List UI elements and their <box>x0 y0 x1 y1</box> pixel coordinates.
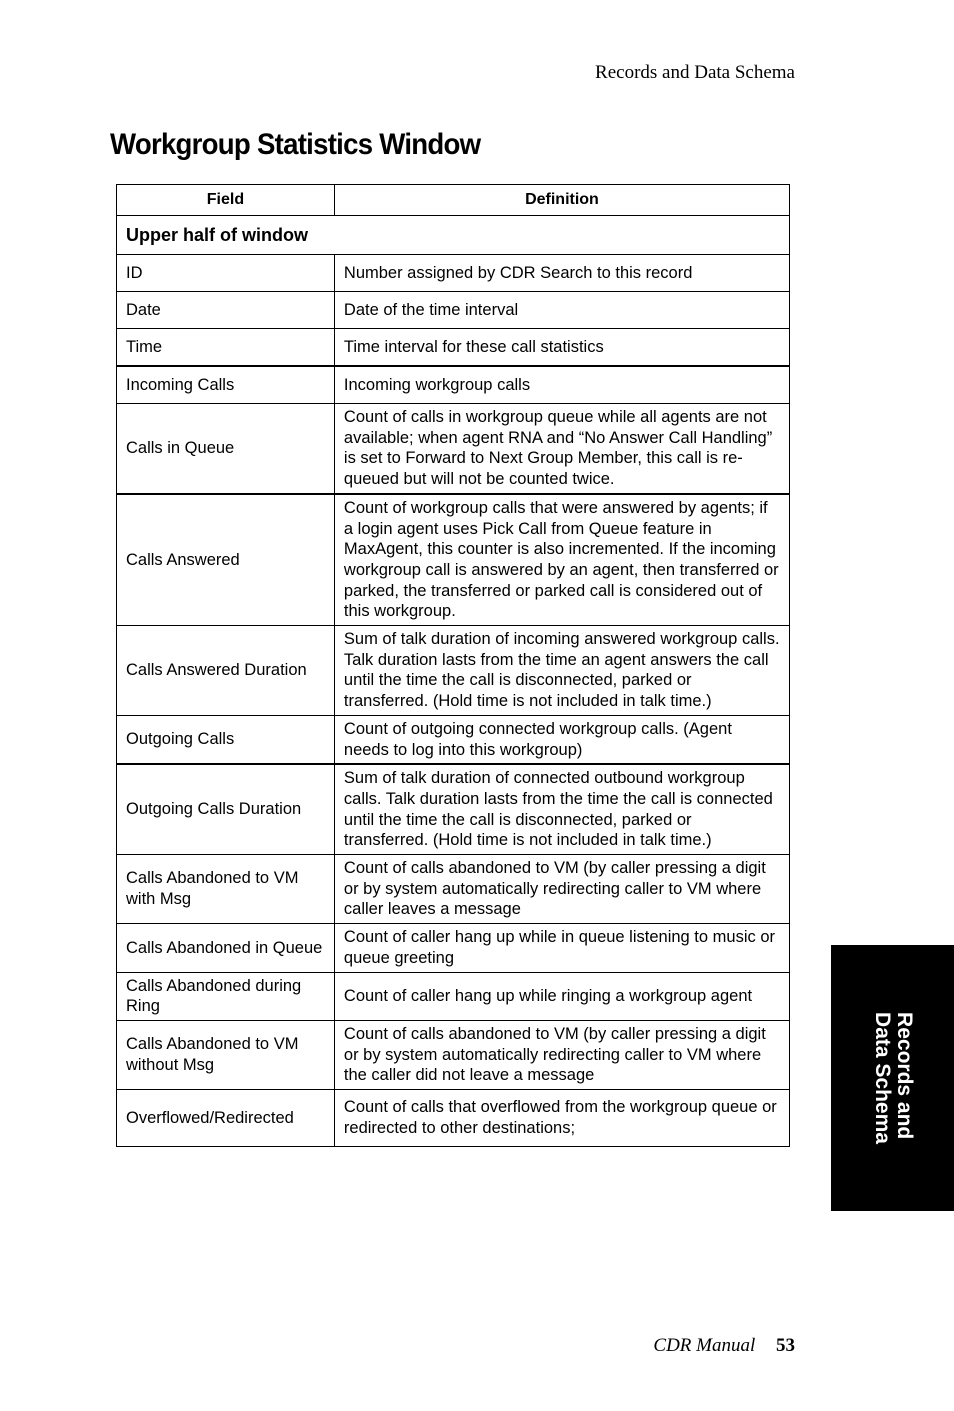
definition-cell: Count of caller hang up while in queue l… <box>333 923 791 973</box>
running-header: Records and Data Schema <box>595 62 795 83</box>
field-cell: Outgoing Calls Duration <box>116 763 335 856</box>
column-header-definition: Definition <box>333 184 791 216</box>
manual-name: CDR Manual <box>653 1335 756 1356</box>
table-row: Calls Answered Duration Sum of talk dura… <box>116 625 791 716</box>
chapter-tab: Records and Data Schema <box>831 945 954 1211</box>
table-row: Overflowed/Redirected Count of calls tha… <box>116 1089 791 1148</box>
chapter-tab-label: Records and Data Schema <box>870 1012 916 1144</box>
table-row: Calls Abandoned in Queue Count of caller… <box>116 923 791 973</box>
table-row: ID Number assigned by CDR Search to this… <box>116 254 791 292</box>
page-number: 53 <box>776 1335 795 1356</box>
section-label: Upper half of window <box>116 215 790 255</box>
table-row: Time Time interval for these call statis… <box>116 328 791 367</box>
field-cell: Date <box>116 291 335 329</box>
definition-cell: Time interval for these call statistics <box>333 328 791 367</box>
field-cell: Outgoing Calls <box>116 714 335 766</box>
table-row: Incoming Calls Incoming workgroup calls <box>116 365 791 404</box>
definition-cell: Count of calls abandoned to VM (by calle… <box>333 854 791 925</box>
definition-cell: Number assigned by CDR Search to this re… <box>333 254 791 292</box>
definition-cell: Count of calls that overflowed from the … <box>333 1089 791 1148</box>
table-header-row: Field Definition <box>116 184 791 216</box>
field-cell: Calls Answered Duration <box>116 625 335 716</box>
definition-cell: Count of calls in workgroup queue while … <box>333 402 791 495</box>
field-cell: Overflowed/Redirected <box>116 1089 335 1148</box>
chapter-tab-line-2: Data Schema <box>870 1012 894 1144</box>
page-title: Workgroup Statistics Window <box>110 128 481 161</box>
field-cell: ID <box>116 254 335 292</box>
table-row: Calls in Queue Count of calls in workgro… <box>116 402 791 495</box>
field-cell: Calls Abandoned to VM without Msg <box>116 1019 335 1091</box>
definition-cell: Count of calls abandoned to VM (by calle… <box>333 1019 791 1091</box>
field-cell: Time <box>116 328 335 367</box>
column-header-field: Field <box>116 184 335 216</box>
field-cell: Calls Abandoned in Queue <box>116 923 335 973</box>
field-cell: Incoming Calls <box>116 365 335 404</box>
table-row: Calls Abandoned to VM with Msg Count of … <box>116 854 791 925</box>
field-cell: Calls Answered <box>116 493 335 627</box>
definition-cell: Count of caller hang up while ringing a … <box>333 971 791 1021</box>
table-row: Calls Abandoned during Ring Count of cal… <box>116 971 791 1021</box>
table-row: Calls Abandoned to VM without Msg Count … <box>116 1019 791 1091</box>
definition-table: Field Definition Upper half of window ID… <box>116 184 791 1148</box>
chapter-tab-line-1: Records and <box>892 1012 916 1140</box>
section-row: Upper half of window <box>116 215 790 255</box>
table-row: Calls Answered Count of workgroup calls … <box>116 493 791 627</box>
page-footer: CDR Manual 53 <box>653 1335 795 1357</box>
table-row: Outgoing Calls Count of outgoing connect… <box>116 714 791 766</box>
table-row: Date Date of the time interval <box>116 291 791 329</box>
field-cell: Calls Abandoned to VM with Msg <box>116 854 335 925</box>
field-cell: Calls in Queue <box>116 402 335 495</box>
definition-cell: Sum of talk duration of connected outbou… <box>333 763 791 856</box>
table-row: Outgoing Calls Duration Sum of talk dura… <box>116 763 791 856</box>
definition-cell: Date of the time interval <box>333 291 791 329</box>
definition-cell: Sum of talk duration of incoming answere… <box>333 625 791 716</box>
field-cell: Calls Abandoned during Ring <box>116 971 335 1021</box>
definition-cell: Count of outgoing connected workgroup ca… <box>333 714 791 766</box>
definition-cell: Count of workgroup calls that were answe… <box>333 493 791 627</box>
definition-cell: Incoming workgroup calls <box>333 365 791 404</box>
